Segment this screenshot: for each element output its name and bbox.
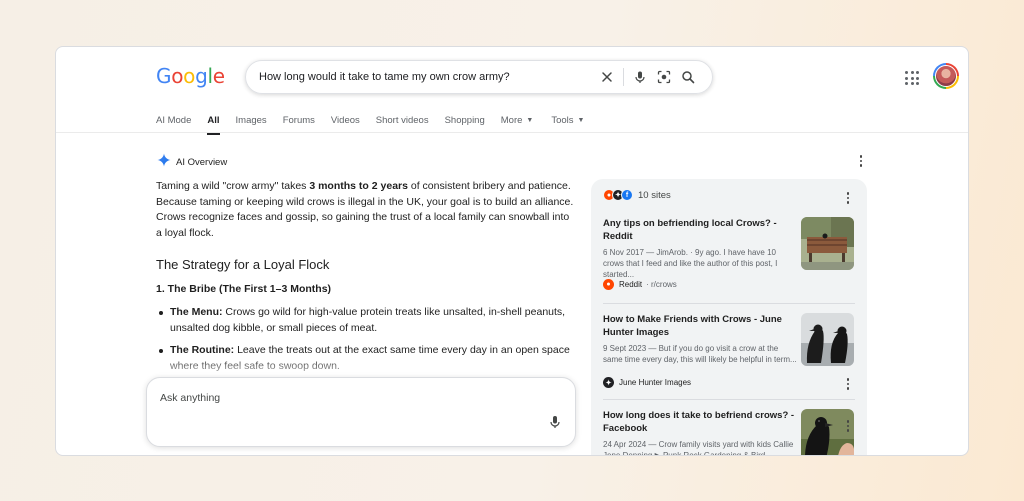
sources-count: 10 sites xyxy=(638,189,671,201)
tab-label: Forums xyxy=(282,114,315,126)
intro-highlight: 3 months to 2 years xyxy=(309,180,408,192)
june-hunter-icon: ✦ xyxy=(603,377,614,388)
mic-icon[interactable] xyxy=(549,415,561,434)
lens-icon[interactable] xyxy=(652,65,676,89)
tab-all[interactable]: All xyxy=(207,112,220,135)
source-snippet: 24 Apr 2024 — Crow family visits yard wi… xyxy=(603,440,794,456)
tab-ai-mode[interactable]: AI Mode xyxy=(156,112,191,128)
apps-grid-icon[interactable] xyxy=(905,71,919,85)
source-card[interactable]: Any tips on befriending local Crows? - R… xyxy=(603,217,855,290)
logo-letter: g xyxy=(195,64,208,88)
source-site[interactable]: ✦ June Hunter Images xyxy=(603,377,691,388)
tab-label: Shopping xyxy=(444,114,485,126)
logo-letter: o xyxy=(171,64,184,88)
logo-letter: o xyxy=(183,64,196,88)
close-icon[interactable] xyxy=(595,65,619,89)
list-item-text: Crows go wild for high-value protein tre… xyxy=(170,306,566,334)
section-heading: The Strategy for a Loyal Flock xyxy=(156,257,330,272)
reddit-icon: ● xyxy=(603,279,614,290)
caret-down-icon: ▼ xyxy=(577,116,585,124)
tab-label: Videos xyxy=(330,114,360,126)
source-thumbnail[interactable] xyxy=(801,217,854,270)
ask-anything-box[interactable]: Ask anything xyxy=(146,377,576,447)
tab-short-videos[interactable]: Short videos xyxy=(376,112,429,128)
ai-overview-intro: Taming a wild "crow army" takes 3 months… xyxy=(156,179,576,241)
source-site[interactable]: ● Reddit · r/crows xyxy=(603,279,677,290)
gemini-sparkle-icon xyxy=(157,153,171,172)
google-logo[interactable]: Google xyxy=(156,64,225,88)
tab-label: Tools xyxy=(551,114,574,126)
tab-tools[interactable]: Tools ▼ xyxy=(551,112,584,128)
source-snippet: 6 Nov 2017 — JimArob. · 9y ago. I have h… xyxy=(603,248,778,279)
browser-window: Google How long would it take to tame my… xyxy=(55,46,969,456)
ai-overview-menu-icon[interactable] xyxy=(856,154,866,168)
tab-label: More xyxy=(500,114,523,126)
list-item-label: The Menu: xyxy=(170,306,223,318)
facebook-icon: f xyxy=(621,189,633,201)
logo-letter: G xyxy=(156,64,172,88)
tab-label: All xyxy=(207,114,220,126)
source-title[interactable]: Any tips on befriending local Crows? - R… xyxy=(603,217,799,243)
source-thumbnail[interactable] xyxy=(801,313,854,366)
tab-label: AI Mode xyxy=(156,114,192,126)
sources-panel: ● ✦ f 10 sites Any tips on befriending l… xyxy=(591,179,867,456)
caret-down-icon: ▼ xyxy=(526,116,534,124)
source-title[interactable]: How long does it take to befriend crows?… xyxy=(603,409,799,435)
source-card[interactable]: How to Make Friends with Crows - June Hu… xyxy=(603,313,855,390)
search-box[interactable]: How long would it take to tame my own cr… xyxy=(245,60,713,94)
ai-overview-header: AI Overview xyxy=(157,153,227,172)
section-subheading: 1. The Bribe (The First 1–3 Months) xyxy=(156,283,332,295)
sources-menu-icon[interactable] xyxy=(843,191,853,205)
source-card[interactable]: How long does it take to befriend crows?… xyxy=(603,409,855,456)
tab-videos[interactable]: Videos xyxy=(331,112,360,128)
list-item: The Menu: Crows go wild for high-value p… xyxy=(156,305,576,336)
tab-shopping[interactable]: Shopping xyxy=(445,112,485,128)
account-avatar[interactable] xyxy=(933,63,959,89)
logo-letter: e xyxy=(212,64,225,88)
ai-overview-label: AI Overview xyxy=(176,157,228,168)
source-title[interactable]: How to Make Friends with Crows - June Hu… xyxy=(603,313,799,339)
search-divider xyxy=(623,68,624,86)
tab-forums[interactable]: Forums xyxy=(283,112,315,128)
source-site-name: June Hunter Images xyxy=(619,378,692,387)
tab-label: Images xyxy=(235,114,267,126)
search-input[interactable]: How long would it take to tame my own cr… xyxy=(259,71,595,83)
card-divider xyxy=(603,303,855,304)
source-snippet: 9 Sept 2023 — But if you do go visit a c… xyxy=(603,344,797,364)
tab-more[interactable]: More ▼ xyxy=(501,112,534,128)
search-icon[interactable] xyxy=(676,65,700,89)
sources-header[interactable]: ● ✦ f 10 sites xyxy=(603,189,671,201)
source-favicons: ● ✦ f xyxy=(603,189,633,201)
intro-text-1: Taming a wild "crow army" takes xyxy=(156,180,310,192)
card-divider xyxy=(603,399,855,400)
source-menu-icon[interactable] xyxy=(843,377,853,391)
source-menu-icon[interactable] xyxy=(843,419,853,433)
search-tabs: AI Mode All Images Forums Videos Short v… xyxy=(156,112,600,135)
tab-label: Short videos xyxy=(375,114,429,126)
mic-icon[interactable] xyxy=(628,65,652,89)
source-site-name: Reddit xyxy=(619,280,643,289)
tab-images[interactable]: Images xyxy=(236,112,267,128)
source-site-sub: · r/crows xyxy=(646,280,677,289)
header-divider xyxy=(56,132,968,133)
ask-anything-input[interactable]: Ask anything xyxy=(160,392,220,404)
